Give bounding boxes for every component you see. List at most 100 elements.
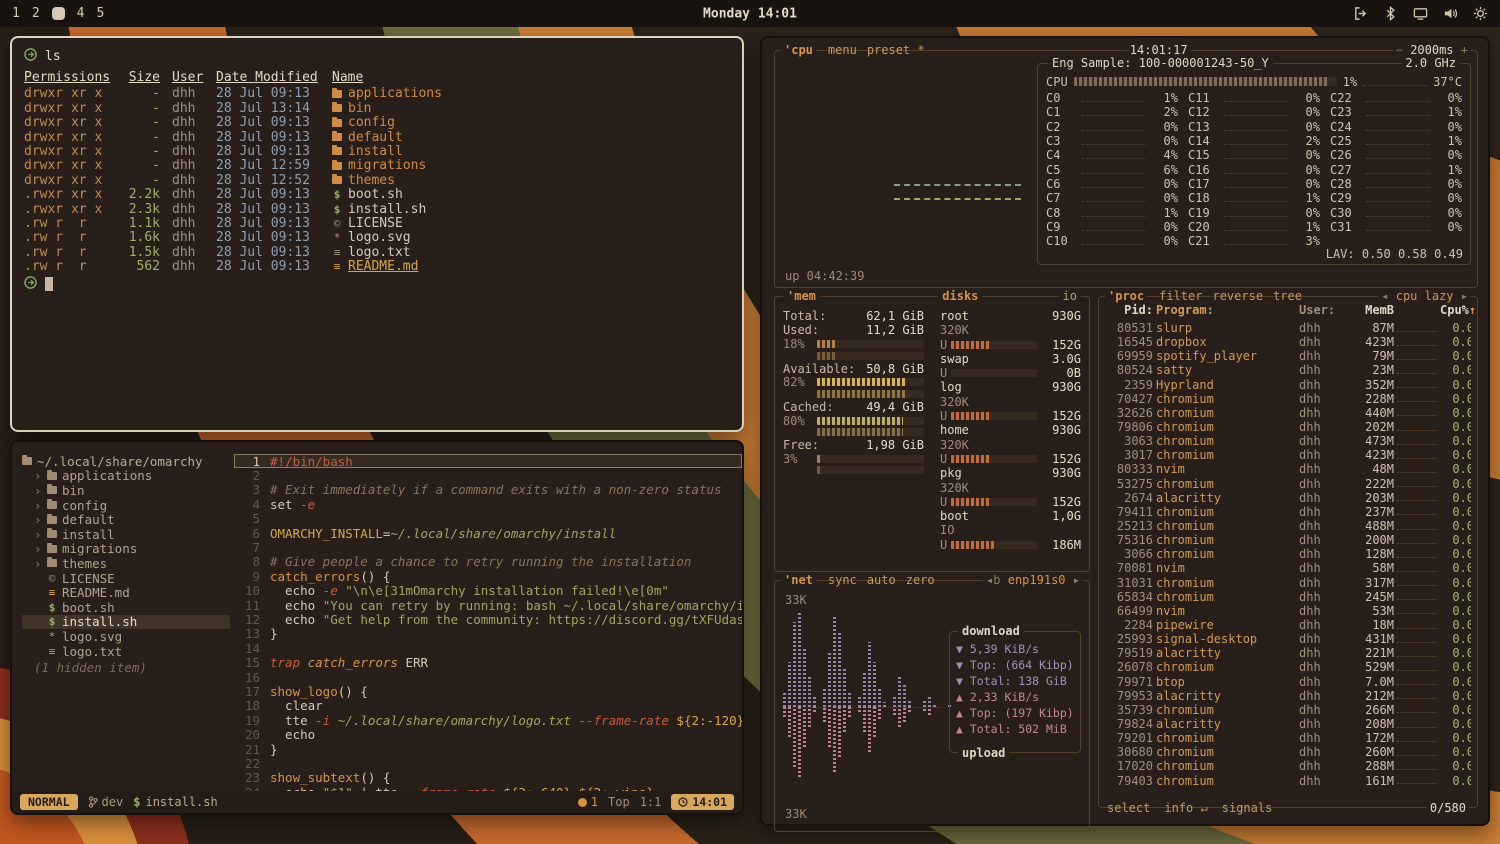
- sort-prev-button[interactable]: ◂: [1381, 289, 1388, 303]
- process-row[interactable]: 25213chromiumdhh488M0.0: [1105, 519, 1471, 533]
- tree-item-LICENSE[interactable]: ©LICENSE: [22, 571, 234, 586]
- file-name-cell[interactable]: install: [332, 144, 730, 159]
- sort-next-button[interactable]: ▸: [1461, 289, 1468, 303]
- process-row[interactable]: 25993signal-desktopdhh431M0.0: [1105, 632, 1471, 646]
- proc-footer-select[interactable]: select: [1107, 801, 1150, 815]
- code-line[interactable]: 19 tte -i ~/.local/share/omarchy/logo.tx…: [234, 713, 742, 727]
- process-row[interactable]: 79971btopdhh7.0M0.0: [1105, 675, 1471, 689]
- process-row[interactable]: 70427chromiumdhh228M0.0: [1105, 392, 1471, 406]
- proc-panel-title[interactable]: 'proc: [1105, 289, 1147, 303]
- net-panel-title[interactable]: 'net: [781, 573, 816, 587]
- file-name-cell[interactable]: *logo.svg: [332, 230, 730, 245]
- code-editor[interactable]: 1#!/bin/bash23# Exit immediately if a co…: [234, 442, 742, 791]
- code-line[interactable]: 13}: [234, 627, 742, 641]
- file-name-cell[interactable]: themes: [332, 173, 730, 188]
- file-name-cell[interactable]: ©LICENSE: [332, 216, 730, 231]
- iface-next-button[interactable]: ▸: [1073, 573, 1080, 587]
- proc-header-program[interactable]: Program:: [1156, 303, 1296, 317]
- process-row[interactable]: 3063chromiumdhh473M0.0: [1105, 434, 1471, 448]
- tree-item-logo.txt[interactable]: ≡logo.txt: [22, 644, 234, 659]
- io-tab[interactable]: io: [1059, 289, 1081, 303]
- file-name-cell[interactable]: $boot.sh: [332, 187, 730, 202]
- cpu-button-menu[interactable]: menu: [828, 43, 857, 57]
- process-row[interactable]: 75316chromiumdhh200M0.0: [1105, 533, 1471, 547]
- file-name-cell[interactable]: config: [332, 115, 730, 130]
- tree-item-install[interactable]: ›install: [22, 527, 234, 542]
- proc-footer-info[interactable]: info ↵: [1164, 801, 1207, 815]
- code-line[interactable]: 18 clear: [234, 699, 742, 713]
- process-row[interactable]: 79403chromiumdhh161M0.0: [1105, 774, 1471, 788]
- tree-item-logo.svg[interactable]: *logo.svg: [22, 629, 234, 644]
- process-row[interactable]: 79824alacrittydhh208M0.0: [1105, 717, 1471, 731]
- process-row[interactable]: 66499nvimdhh53M0.0: [1105, 604, 1471, 618]
- process-row[interactable]: 79201chromiumdhh172M0.0: [1105, 731, 1471, 745]
- process-row[interactable]: 31031chromiumdhh317M0.0: [1105, 576, 1471, 590]
- proc-sort-selector[interactable]: ◂ cpu lazy ▸: [1378, 289, 1471, 303]
- code-line[interactable]: 11 echo "You can retry by running: bash …: [234, 598, 742, 612]
- code-line[interactable]: 15trap catch_errors ERR: [234, 655, 742, 669]
- net-button-sync[interactable]: sync: [828, 573, 857, 587]
- process-row[interactable]: 80524sattydhh23M0.0: [1105, 363, 1471, 377]
- code-line[interactable]: 4set -e: [234, 497, 742, 511]
- proc-footer-signals[interactable]: signals: [1222, 801, 1273, 815]
- process-row[interactable]: 3066chromiumdhh128M0.0: [1105, 547, 1471, 561]
- code-line[interactable]: 12 echo "Get help from the community: ht…: [234, 612, 742, 626]
- interval-plus-button[interactable]: +: [1461, 43, 1468, 57]
- code-line[interactable]: 16: [234, 670, 742, 684]
- process-row[interactable]: 30680chromiumdhh260M0.0: [1105, 745, 1471, 759]
- process-row[interactable]: 26078chromiumdhh529M0.0: [1105, 660, 1471, 674]
- code-line[interactable]: 22: [234, 756, 742, 770]
- code-line[interactable]: 6OMARCHY_INSTALL=~/.local/share/omarchy/…: [234, 526, 742, 540]
- code-line[interactable]: 21}: [234, 742, 742, 756]
- process-row[interactable]: 79411chromiumdhh237M0.0: [1105, 505, 1471, 519]
- tree-item-migrations[interactable]: ›migrations: [22, 542, 234, 557]
- tree-root[interactable]: ~/.local/share/omarchy: [22, 454, 234, 469]
- code-line[interactable]: 23show_subtext() {: [234, 771, 742, 785]
- tree-item-default[interactable]: ›default: [22, 512, 234, 527]
- process-row[interactable]: 80531slurpdhh87M0.0: [1105, 321, 1471, 335]
- code-line[interactable]: 9catch_errors() {: [234, 569, 742, 583]
- code-line[interactable]: 5: [234, 512, 742, 526]
- process-row[interactable]: 79953alacrittydhh212M0.0: [1105, 689, 1471, 703]
- file-name-cell[interactable]: default: [332, 130, 730, 145]
- file-name-cell[interactable]: bin: [332, 101, 730, 116]
- file-name-cell[interactable]: ≡logo.txt: [332, 245, 730, 260]
- code-line[interactable]: 24 echo "$1" | tte --frame-rate ${3:-640…: [234, 785, 742, 791]
- proc-button-tree[interactable]: tree: [1273, 289, 1302, 303]
- clock[interactable]: Monday 14:01: [703, 6, 797, 21]
- logout-icon[interactable]: [1353, 6, 1368, 21]
- code-line[interactable]: 3# Exit immediately if a command exits w…: [234, 483, 742, 497]
- tree-item-README.md[interactable]: ≡README.md: [22, 585, 234, 600]
- process-row[interactable]: 2284pipewiredhh18M0.0: [1105, 618, 1471, 632]
- file-name-cell[interactable]: applications: [332, 86, 730, 101]
- terminal-window[interactable]: ls Permissions Size User Date Modified N…: [10, 36, 744, 432]
- process-row[interactable]: 70081nvimdhh58M0.0: [1105, 561, 1471, 575]
- iface-prev-button[interactable]: ◂b: [986, 573, 1000, 587]
- settings-icon[interactable]: [1473, 6, 1488, 21]
- display-cast-icon[interactable]: [1413, 6, 1428, 21]
- tree-item-applications[interactable]: ›applications: [22, 469, 234, 484]
- system-monitor-window[interactable]: 'cpu menupreset * 14:01:17 − 2000ms + En…: [760, 36, 1490, 826]
- mem-panel-title[interactable]: 'mem: [783, 289, 820, 303]
- volume-icon[interactable]: [1443, 6, 1458, 21]
- process-row[interactable]: 35739chromiumdhh266M0.0: [1105, 703, 1471, 717]
- file-name-cell[interactable]: ≡README.md: [332, 259, 730, 274]
- cpu-button-preset[interactable]: preset *: [867, 43, 925, 57]
- tree-item-themes[interactable]: ›themes: [22, 556, 234, 571]
- proc-header-cpu[interactable]: Cpu%↑: [1440, 303, 1474, 317]
- update-interval[interactable]: − 2000ms +: [1393, 43, 1471, 57]
- interval-minus-button[interactable]: −: [1396, 43, 1403, 57]
- workspace-button-4[interactable]: 4: [77, 6, 85, 21]
- interface-selector[interactable]: ◂b enp191s0 ▸: [983, 573, 1083, 587]
- code-line[interactable]: 8# Give people a chance to retry running…: [234, 555, 742, 569]
- tree-item-config[interactable]: ›config: [22, 498, 234, 513]
- process-row[interactable]: 17020chromiumdhh288M0.0: [1105, 759, 1471, 773]
- git-branch[interactable]: dev: [88, 795, 124, 809]
- proc-button-filter[interactable]: filter: [1159, 289, 1202, 303]
- cpu-panel-title[interactable]: 'cpu: [781, 43, 816, 57]
- workspace-button-5[interactable]: 5: [96, 6, 104, 21]
- process-row[interactable]: 69959spotify_playerdhh79M0.0: [1105, 349, 1471, 363]
- code-line[interactable]: 14: [234, 641, 742, 655]
- net-button-zero[interactable]: zero: [906, 573, 935, 587]
- process-row[interactable]: 2674alacrittydhh203M0.0: [1105, 491, 1471, 505]
